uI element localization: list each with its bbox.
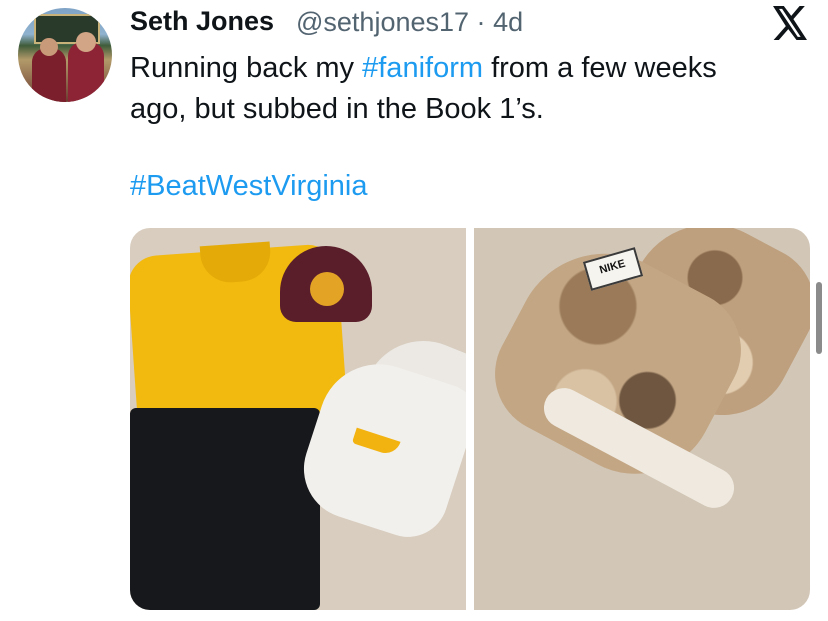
x-logo-icon[interactable] <box>771 6 809 40</box>
avatar-head-right <box>76 32 96 52</box>
scrollbar[interactable] <box>816 282 822 354</box>
post-time[interactable]: 4d <box>493 7 523 37</box>
hashtag-beatwestvirginia-link[interactable]: #BeatWestVirginia <box>130 170 368 203</box>
avatar[interactable] <box>18 8 112 102</box>
tweet-text: Running back my #faniform from a few wee… <box>130 48 810 130</box>
hashtag-faniform-link[interactable]: #faniform <box>362 52 483 84</box>
swoosh-icon <box>351 427 401 458</box>
author-handle[interactable]: @sethjones17 <box>296 7 469 37</box>
tweet-line-2: ago, but subbed in the Book 1’s. <box>130 93 544 125</box>
photo-camo-shoes[interactable]: NIKE <box>474 228 810 610</box>
shirt-collar <box>199 241 273 285</box>
tweet-line-1: Running back my #faniform from a few wee… <box>130 48 810 89</box>
author-name[interactable]: Seth Jones <box>130 6 274 37</box>
media-grid: NIKE <box>130 228 810 610</box>
cap-logo-icon <box>310 272 344 306</box>
cap-image <box>280 246 372 322</box>
tweet-text-part: from a few weeks <box>483 52 717 84</box>
tweet-text-part: Running back my <box>130 52 363 84</box>
avatar-person-left <box>32 48 66 102</box>
avatar-head-left <box>40 38 58 56</box>
author-meta[interactable]: @sethjones17 · 4d <box>296 7 523 38</box>
photo-outfit[interactable] <box>130 228 466 610</box>
pants-image <box>130 408 320 610</box>
meta-separator: · <box>476 7 486 37</box>
